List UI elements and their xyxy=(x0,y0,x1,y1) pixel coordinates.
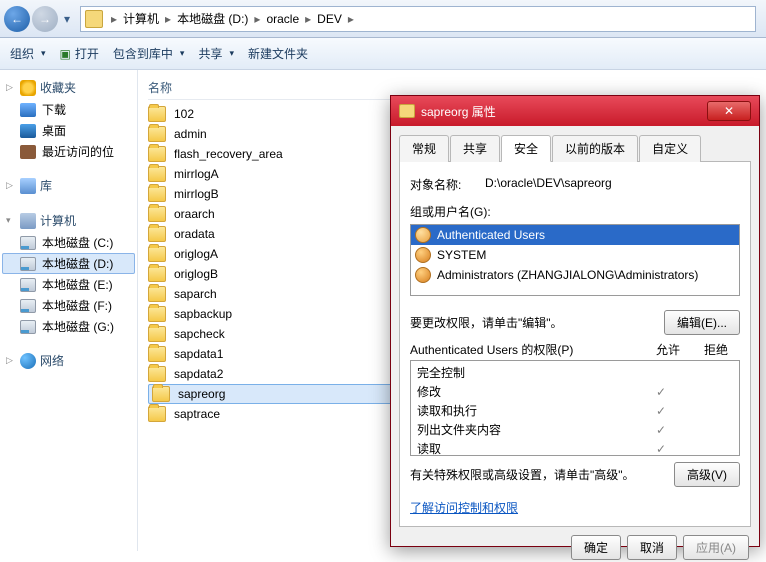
tab-4[interactable]: 自定义 xyxy=(639,135,701,162)
folder-icon xyxy=(148,406,166,422)
folder-icon xyxy=(148,286,166,302)
folder-icon xyxy=(148,326,166,342)
computer-icon xyxy=(20,213,36,229)
tab-0[interactable]: 常规 xyxy=(399,135,449,162)
sidebar-libraries[interactable]: ▷库 xyxy=(2,174,135,197)
folder-icon xyxy=(399,104,415,118)
sidebar-drive[interactable]: 本地磁盘 (F:) xyxy=(2,295,135,316)
tab-2[interactable]: 安全 xyxy=(501,135,551,162)
close-button[interactable]: ✕ xyxy=(707,101,751,121)
permissions-title: Authenticated Users 的权限(P) xyxy=(410,341,644,358)
sidebar-drive[interactable]: 本地磁盘 (E:) xyxy=(2,274,135,295)
advanced-button[interactable]: 高级(V) xyxy=(674,462,740,487)
folder-icon xyxy=(152,386,170,402)
drive-icon xyxy=(20,257,36,271)
properties-dialog: sapreorg 属性 ✕ 常规共享安全以前的版本自定义 对象名称: D:\or… xyxy=(390,95,760,547)
address-bar: ← → ▾ ▸ 计算机▸ 本地磁盘 (D:)▸ oracle▸ DEV▸ xyxy=(0,0,766,38)
folder-icon xyxy=(148,366,166,382)
permission-row: 列出文件夹内容✓ xyxy=(417,420,733,439)
sidebar-network[interactable]: ▷网络 xyxy=(2,349,135,372)
crumb-computer[interactable]: 计算机 xyxy=(119,10,163,27)
folder-icon xyxy=(148,206,166,222)
breadcrumb[interactable]: ▸ 计算机▸ 本地磁盘 (D:)▸ oracle▸ DEV▸ xyxy=(80,6,756,32)
folder-icon xyxy=(85,10,103,28)
sidebar-drive[interactable]: 本地磁盘 (G:) xyxy=(2,316,135,337)
folder-icon xyxy=(148,226,166,242)
organize-menu[interactable]: 组织 xyxy=(10,45,46,62)
library-icon xyxy=(20,178,36,194)
nav-history-dropdown[interactable]: ▾ xyxy=(60,12,74,26)
sidebar-downloads[interactable]: 下载 xyxy=(2,99,135,120)
sidebar-recent[interactable]: 最近访问的位 xyxy=(2,141,135,162)
star-icon xyxy=(20,80,36,96)
permissions-list: 完全控制修改✓读取和执行✓列出文件夹内容✓读取✓写入✓ xyxy=(410,360,740,456)
tab-panel-security: 对象名称: D:\oracle\DEV\sapreorg 组或用户名(G): A… xyxy=(399,162,751,527)
ok-button[interactable]: 确定 xyxy=(571,535,621,560)
downloads-icon xyxy=(20,103,36,117)
crumb-dev[interactable]: DEV xyxy=(313,12,346,26)
group-user-label: 组或用户名(G): xyxy=(410,203,740,220)
recent-icon xyxy=(20,145,36,159)
edit-button[interactable]: 编辑(E)... xyxy=(664,310,740,335)
object-name-label: 对象名称: xyxy=(410,176,485,193)
folder-icon xyxy=(148,106,166,122)
folder-icon xyxy=(148,306,166,322)
user-icon xyxy=(415,227,431,243)
sidebar-drive[interactable]: 本地磁盘 (D:) xyxy=(2,253,135,274)
user-icon xyxy=(415,247,431,263)
sidebar-favorites[interactable]: ▷收藏夹 xyxy=(2,76,135,99)
tab-strip: 常规共享安全以前的版本自定义 xyxy=(399,134,751,162)
back-button[interactable]: ← xyxy=(4,6,30,32)
drive-icon xyxy=(20,320,36,334)
sidebar-computer[interactable]: ▾计算机 xyxy=(2,209,135,232)
folder-icon xyxy=(148,246,166,262)
folder-icon xyxy=(148,186,166,202)
permission-row: 修改✓ xyxy=(417,382,733,401)
object-name-value: D:\oracle\DEV\sapreorg xyxy=(485,176,612,193)
deny-header: 拒绝 xyxy=(692,341,740,358)
group-user-item[interactable]: Authenticated Users xyxy=(411,225,739,245)
tab-3[interactable]: 以前的版本 xyxy=(552,135,638,162)
group-user-item[interactable]: Administrators (ZHANGJIALONG\Administrat… xyxy=(411,265,739,285)
permission-row: 读取和执行✓ xyxy=(417,401,733,420)
drive-icon xyxy=(20,236,36,250)
tab-1[interactable]: 共享 xyxy=(450,135,500,162)
folder-icon xyxy=(148,346,166,362)
permission-row: 读取✓ xyxy=(417,439,733,456)
folder-icon xyxy=(148,126,166,142)
folder-icon xyxy=(148,146,166,162)
open-button[interactable]: ▣打开 xyxy=(60,45,99,62)
crumb-drive[interactable]: 本地磁盘 (D:) xyxy=(173,10,252,27)
group-user-list[interactable]: Authenticated UsersSYSTEMAdministrators … xyxy=(410,224,740,296)
group-user-item[interactable]: SYSTEM xyxy=(411,245,739,265)
navigation-pane: ▷收藏夹 下载 桌面 最近访问的位 ▷库 ▾计算机 本地磁盘 (C:)本地磁盘 … xyxy=(0,70,138,551)
dialog-title: sapreorg 属性 xyxy=(421,103,496,120)
network-icon xyxy=(20,353,36,369)
folder-icon xyxy=(148,166,166,182)
permission-row: 完全控制 xyxy=(417,363,733,382)
apply-button[interactable]: 应用(A) xyxy=(683,535,749,560)
folder-icon xyxy=(148,266,166,282)
crumb-oracle[interactable]: oracle xyxy=(262,12,303,26)
cancel-button[interactable]: 取消 xyxy=(627,535,677,560)
include-in-library-menu[interactable]: 包含到库中 xyxy=(113,45,185,62)
drive-icon xyxy=(20,299,36,313)
explorer-toolbar: 组织 ▣打开 包含到库中 共享 新建文件夹 xyxy=(0,38,766,70)
advanced-hint: 有关特殊权限或高级设置，请单击"高级"。 xyxy=(410,466,635,483)
sidebar-drive[interactable]: 本地磁盘 (C:) xyxy=(2,232,135,253)
desktop-icon xyxy=(20,124,36,138)
drive-icon xyxy=(20,278,36,292)
allow-header: 允许 xyxy=(644,341,692,358)
dialog-titlebar[interactable]: sapreorg 属性 ✕ xyxy=(391,96,759,126)
new-folder-button[interactable]: 新建文件夹 xyxy=(248,45,308,62)
sidebar-desktop[interactable]: 桌面 xyxy=(2,120,135,141)
share-menu[interactable]: 共享 xyxy=(198,45,234,62)
help-link[interactable]: 了解访问控制和权限 xyxy=(410,499,740,516)
forward-button[interactable]: → xyxy=(32,6,58,32)
user-icon xyxy=(415,267,431,283)
edit-hint: 要更改权限，请单击"编辑"。 xyxy=(410,314,563,331)
